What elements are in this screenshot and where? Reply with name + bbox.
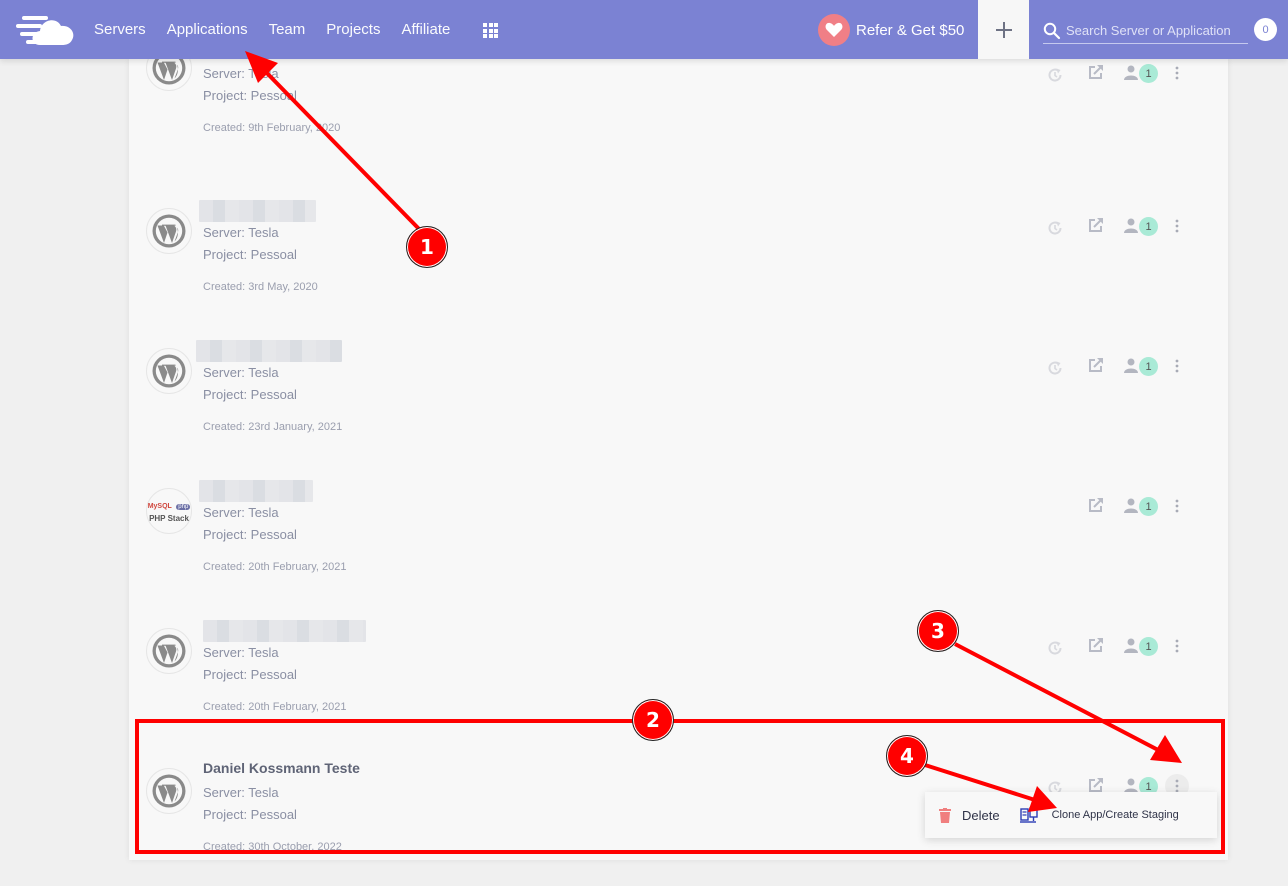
nav-applications[interactable]: Applications <box>167 21 248 38</box>
app-actions: 1 <box>1047 636 1197 656</box>
more-options-icon[interactable] <box>1165 494 1189 518</box>
heart-icon <box>818 14 850 46</box>
launch-app-icon[interactable] <box>1088 497 1104 518</box>
app-project: Project: Pessoal <box>203 527 297 542</box>
app-created-date: Created: 9th February, 2020 <box>203 122 341 134</box>
launch-app-icon[interactable] <box>1088 637 1104 658</box>
trash-icon <box>939 807 951 823</box>
collaborator-count-badge[interactable]: 1 <box>1139 64 1158 83</box>
app-row: Server: Tesla Project: Pessoal Created: … <box>129 190 1228 330</box>
user-icon[interactable] <box>1124 218 1138 239</box>
nav-servers[interactable]: Servers <box>94 21 146 38</box>
app-created-date: Created: 30th October, 2022 <box>203 841 342 853</box>
delete-menu-item[interactable]: Delete <box>939 807 1000 823</box>
restore-icon[interactable] <box>1047 640 1063 661</box>
app-name[interactable] <box>199 480 313 502</box>
app-created-date: Created: 3rd May, 2020 <box>203 281 318 293</box>
add-new-button[interactable] <box>978 0 1029 59</box>
app-row: Server: Tesla Project: Pessoal Created: … <box>129 45 1228 189</box>
search-input[interactable] <box>1066 22 1246 38</box>
clone-icon <box>1019 807 1038 823</box>
main-nav: Servers Applications Team Projects Affil… <box>94 0 471 59</box>
collaborator-count-badge[interactable]: 1 <box>1139 497 1158 516</box>
collaborator-count-badge[interactable]: 1 <box>1139 637 1158 656</box>
app-name[interactable] <box>203 620 366 642</box>
launch-app-icon[interactable] <box>1088 357 1104 378</box>
app-name[interactable] <box>196 340 342 362</box>
app-name[interactable] <box>199 200 316 222</box>
app-created-date: Created: 20th February, 2021 <box>203 561 347 573</box>
launch-app-icon[interactable] <box>1088 64 1104 85</box>
more-options-icon[interactable] <box>1165 61 1189 85</box>
app-row: Server: Tesla Project: Pessoal Created: … <box>129 330 1228 470</box>
app-actions: 1 <box>1047 216 1197 236</box>
nav-affiliate[interactable]: Affiliate <box>401 21 450 38</box>
refer-label: Refer & Get $50 <box>856 21 965 39</box>
app-actions: 1 <box>1047 63 1197 83</box>
top-navbar: Servers Applications Team Projects Affil… <box>0 0 1288 59</box>
wordpress-app-icon[interactable] <box>146 348 192 394</box>
clone-app-menu-item[interactable]: Clone App/Create Staging <box>1019 807 1179 823</box>
restore-icon[interactable] <box>1047 360 1063 381</box>
clone-app-label: Clone App/Create Staging <box>1051 809 1179 821</box>
restore-icon[interactable] <box>1047 220 1063 241</box>
nav-team[interactable]: Team <box>269 21 306 38</box>
app-actions-menu: Delete Clone App/Create Staging <box>925 792 1217 838</box>
more-options-icon[interactable] <box>1165 354 1189 378</box>
refer-button[interactable]: Refer & Get $50 <box>818 14 964 46</box>
app-actions: 1 <box>1047 496 1197 516</box>
more-options-icon[interactable] <box>1165 634 1189 658</box>
app-project: Project: Pessoal <box>203 387 297 402</box>
app-project: Project: Pessoal <box>203 667 297 682</box>
app-server: Server: Tesla <box>203 645 279 660</box>
apps-grid-icon[interactable] <box>483 23 498 38</box>
app-project: Project: Pessoal <box>203 247 297 262</box>
collaborator-count-badge[interactable]: 1 <box>1139 217 1158 236</box>
php-stack-app-icon[interactable]: MySQL php PHP Stack <box>146 488 192 534</box>
app-created-date: Created: 20th February, 2021 <box>203 701 347 713</box>
search-box <box>1043 17 1248 44</box>
app-server: Server: Tesla <box>203 225 279 240</box>
app-actions: 1 <box>1047 356 1197 376</box>
app-project: Project: Pessoal <box>203 807 297 822</box>
app-row: Server: Tesla Project: Pessoal Created: … <box>129 610 1228 750</box>
search-icon <box>1043 22 1061 40</box>
wordpress-app-icon[interactable] <box>146 768 192 814</box>
php-stack-logo: MySQL php PHP Stack <box>147 502 191 523</box>
app-server: Server: Tesla <box>203 66 279 81</box>
notification-badge[interactable]: 0 <box>1254 18 1277 41</box>
wordpress-app-icon[interactable] <box>146 628 192 674</box>
collaborator-count-badge[interactable]: 1 <box>1139 357 1158 376</box>
app-server: Server: Tesla <box>203 365 279 380</box>
user-icon[interactable] <box>1124 358 1138 379</box>
more-options-icon[interactable] <box>1165 214 1189 238</box>
app-name[interactable]: Daniel Kossmann Teste <box>203 760 360 776</box>
restore-icon[interactable] <box>1047 67 1063 88</box>
applications-list: Server: Tesla Project: Pessoal Created: … <box>129 45 1228 860</box>
app-server: Server: Tesla <box>203 505 279 520</box>
app-project: Project: Pessoal <box>203 88 297 103</box>
delete-label: Delete <box>962 807 1000 823</box>
cloudways-logo-icon[interactable] <box>16 14 76 46</box>
app-server: Server: Tesla <box>203 785 279 800</box>
app-row: MySQL php PHP Stack Server: Tesla Project… <box>129 470 1228 610</box>
app-created-date: Created: 23rd January, 2021 <box>203 421 343 433</box>
user-icon[interactable] <box>1124 498 1138 519</box>
user-icon[interactable] <box>1124 65 1138 86</box>
plus-icon <box>995 21 1012 38</box>
wordpress-app-icon[interactable] <box>146 208 192 254</box>
nav-projects[interactable]: Projects <box>326 21 380 38</box>
user-icon[interactable] <box>1124 638 1138 659</box>
launch-app-icon[interactable] <box>1088 217 1104 238</box>
